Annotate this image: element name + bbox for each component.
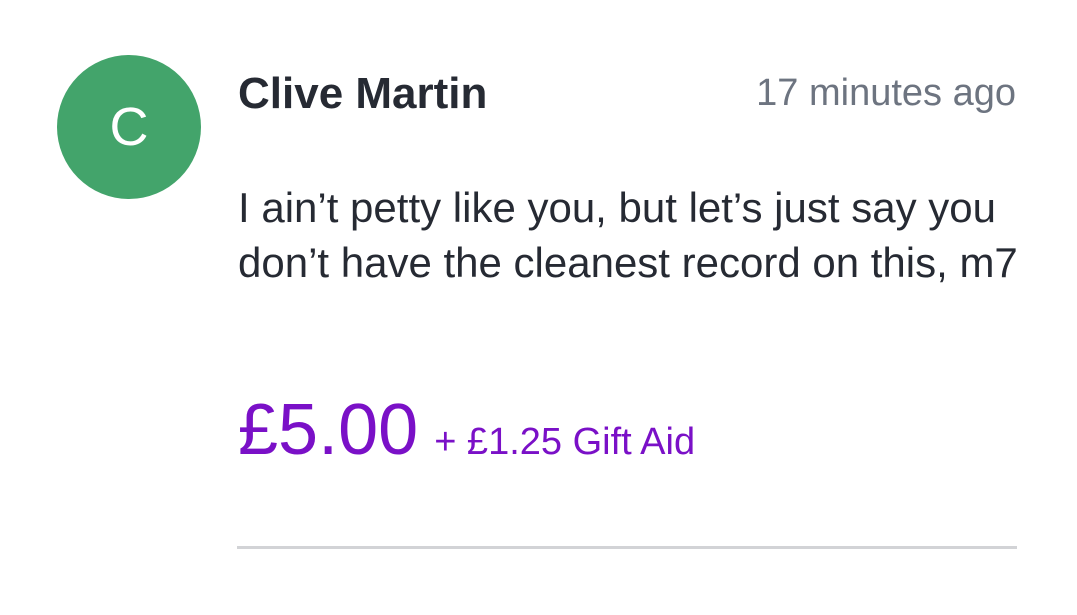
donor-name: Clive Martin bbox=[238, 69, 488, 118]
gift-aid-amount: + £1.25 Gift Aid bbox=[434, 421, 696, 463]
divider bbox=[237, 546, 1017, 549]
avatar: C bbox=[57, 55, 201, 199]
donation-amount: £5.00 bbox=[238, 390, 419, 470]
donation-message: I ain’t petty like you, but let’s just s… bbox=[238, 184, 1018, 286]
avatar-initial: C bbox=[109, 97, 149, 157]
donation-timestamp: 17 minutes ago bbox=[756, 72, 1016, 114]
donation-card: C Clive Martin 17 minutes ago I ain’t pe… bbox=[0, 0, 1077, 615]
amount-row: £5.00 + £1.25 Gift Aid bbox=[238, 390, 695, 470]
